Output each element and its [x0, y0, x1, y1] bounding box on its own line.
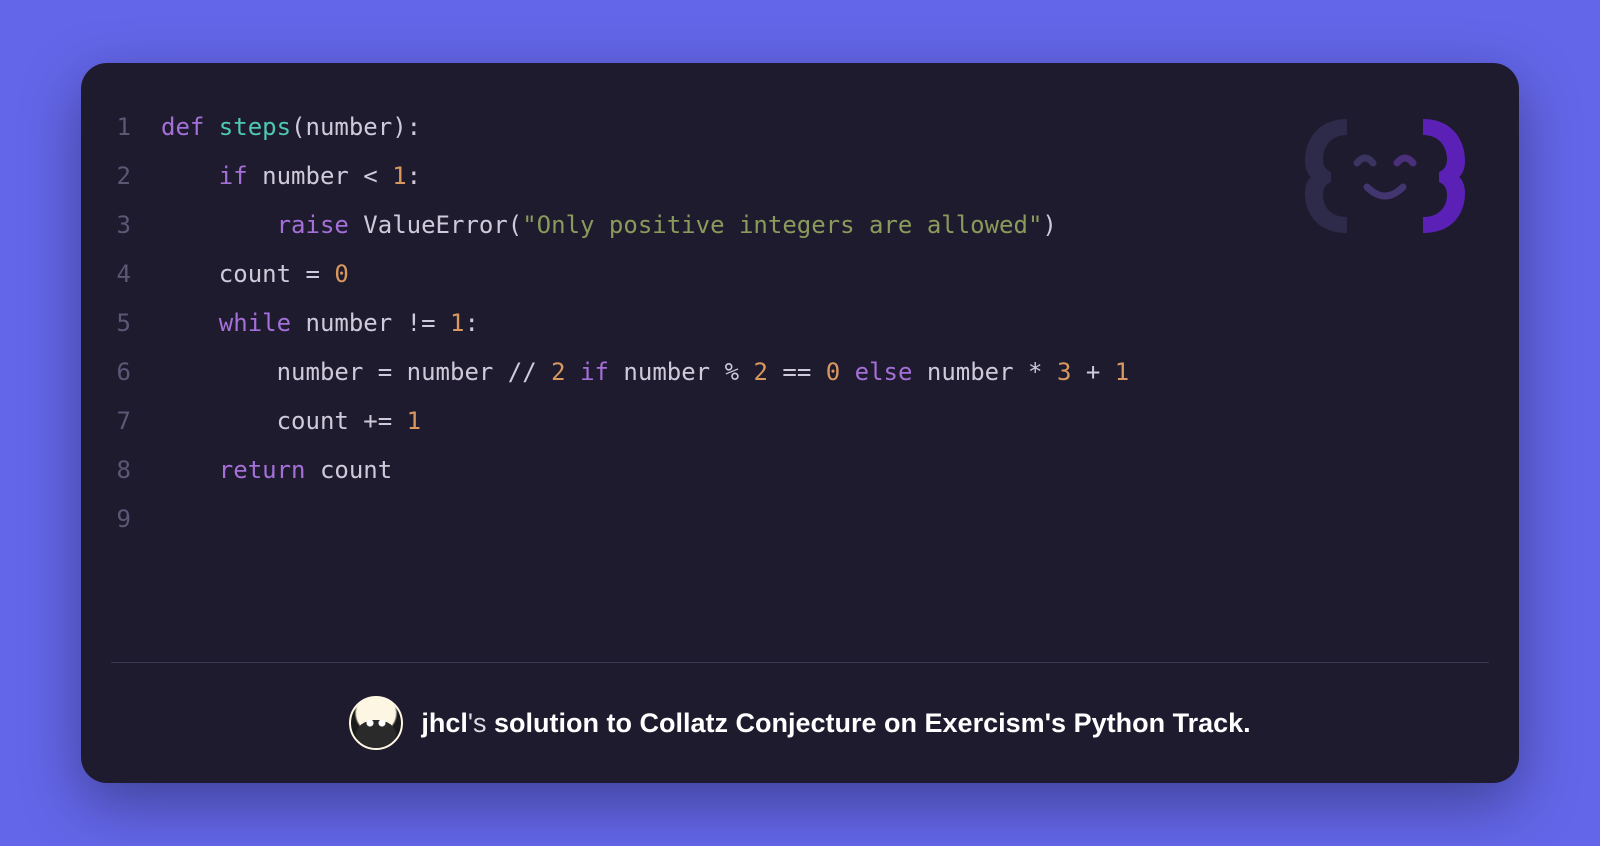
- code-content: count = 0: [161, 250, 349, 299]
- code-content: count += 1: [161, 397, 421, 446]
- caption: jhcl's solution to Collatz Conjecture on…: [421, 708, 1250, 739]
- exercise-name: Collatz Conjecture: [640, 708, 877, 738]
- code-area: 1def steps(number):2 if number < 1:3 rai…: [81, 63, 1519, 662]
- avatar: [349, 696, 403, 750]
- code-line: 5 while number != 1:: [111, 299, 1489, 348]
- track-name: Python Track.: [1074, 708, 1251, 738]
- caption-text: [877, 708, 885, 738]
- caption-text: [1066, 708, 1074, 738]
- line-number: 7: [111, 397, 161, 446]
- code-line: 7 count += 1: [111, 397, 1489, 446]
- caption-text: solution to: [494, 708, 632, 738]
- line-number: 1: [111, 103, 161, 152]
- caption-text: on Exercism's: [884, 708, 1066, 738]
- code-content: def steps(number):: [161, 103, 421, 152]
- line-number: 8: [111, 446, 161, 495]
- code-content: number = number // 2 if number % 2 == 0 …: [161, 348, 1129, 397]
- code-line: 8 return count: [111, 446, 1489, 495]
- line-number: 4: [111, 250, 161, 299]
- code-content: return count: [161, 446, 392, 495]
- code-card: 1def steps(number):2 if number < 1:3 rai…: [81, 63, 1519, 783]
- line-number: 9: [111, 495, 161, 544]
- caption-text: [632, 708, 640, 738]
- exercism-logo-icon: [1295, 105, 1475, 245]
- line-number: 2: [111, 152, 161, 201]
- code-line: 3 raise ValueError("Only positive intege…: [111, 201, 1489, 250]
- code-line: 6 number = number // 2 if number % 2 == …: [111, 348, 1489, 397]
- code-line: 9: [111, 495, 1489, 544]
- footer: jhcl's solution to Collatz Conjecture on…: [81, 663, 1519, 783]
- code-line: 4 count = 0: [111, 250, 1489, 299]
- code-content: raise ValueError("Only positive integers…: [161, 201, 1057, 250]
- username: jhcl: [421, 708, 468, 738]
- line-number: 5: [111, 299, 161, 348]
- line-number: 3: [111, 201, 161, 250]
- code-line: 2 if number < 1:: [111, 152, 1489, 201]
- code-block: 1def steps(number):2 if number < 1:3 rai…: [111, 103, 1489, 544]
- code-line: 1def steps(number):: [111, 103, 1489, 152]
- line-number: 6: [111, 348, 161, 397]
- code-content: if number < 1:: [161, 152, 421, 201]
- caption-text: 's: [468, 708, 494, 738]
- code-content: while number != 1:: [161, 299, 479, 348]
